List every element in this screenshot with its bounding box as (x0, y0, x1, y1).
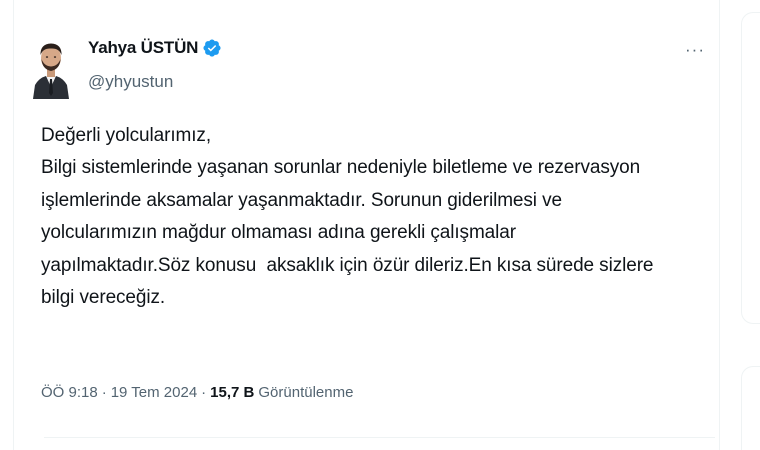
tweet-text-line: bilgi vereceğiz. (41, 287, 166, 309)
more-options-button[interactable]: ··· (678, 40, 712, 60)
author-avatar[interactable] (31, 35, 71, 99)
tweet-text: Değerli yolcularımız, Bilgi sistemlerind… (41, 120, 721, 314)
author-handle[interactable]: @yhyustun (88, 72, 173, 92)
meta-separator: · (101, 384, 107, 401)
more-options-icon: ··· (685, 40, 705, 59)
tweet-date[interactable]: 19 Tem 2024 (111, 384, 197, 401)
verified-badge-icon (202, 38, 222, 58)
views-count: 15,7 B (210, 384, 255, 401)
tweet-text-line: yapılmaktadır.Söz konusu aksaklık için ö… (41, 254, 654, 276)
sidebar-panel (741, 12, 760, 324)
tweet-text-line: Değerli yolcularımız, (41, 125, 212, 146)
tweet-text-line: Bilgi sistemlerinde yaşanan sorunlar ned… (41, 157, 641, 179)
page: Yahya ÜSTÜN @yhyustun ··· Değerli yolcul… (0, 0, 760, 450)
sidebar-panel (741, 366, 760, 450)
author-name[interactable]: Yahya ÜSTÜN (88, 38, 198, 58)
meta-separator: · (201, 384, 207, 401)
divider (44, 437, 715, 438)
tweet-card: Yahya ÜSTÜN @yhyustun ··· Değerli yolcul… (13, 0, 720, 450)
author-name-row[interactable]: Yahya ÜSTÜN (88, 37, 222, 59)
tweet-text-line: yolcularımızın mağdur olmaması adına ger… (41, 222, 516, 244)
tweet-text-line: işlemlerinde aksamalar yaşanmaktadır. So… (41, 189, 562, 211)
tweet-time[interactable]: ÖÖ 9:18 (41, 384, 98, 401)
views-label: Görüntülenme (258, 384, 354, 401)
right-sidebar (741, 0, 760, 450)
tweet-meta: ÖÖ 9:18 · 19 Tem 2024 · 15,7 B Görüntüle… (41, 384, 353, 401)
avatar-portrait-icon (31, 35, 71, 99)
